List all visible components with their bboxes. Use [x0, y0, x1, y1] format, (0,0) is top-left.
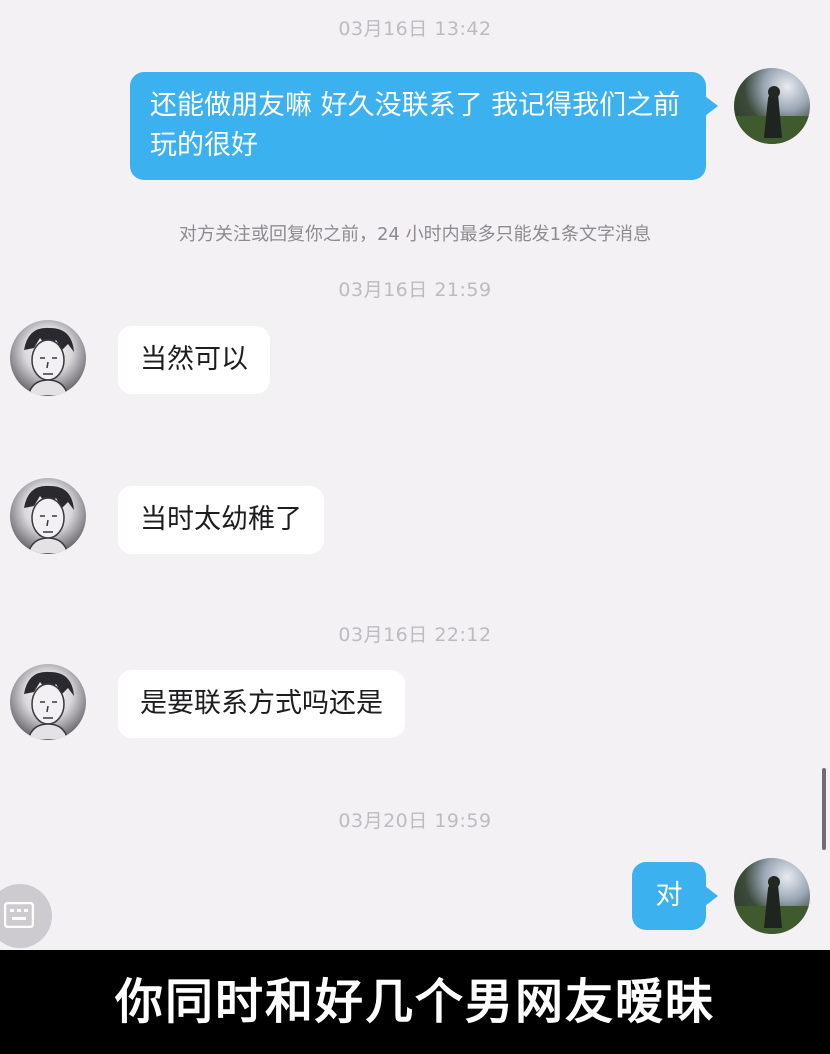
timestamp: 03月16日 21:59 [338, 279, 492, 301]
timestamp: 03月16日 22:12 [338, 624, 492, 646]
self-avatar[interactable] [734, 68, 810, 144]
outgoing-message-bubble[interactable]: 还能做朋友嘛 好久没联系了 我记得我们之前玩的很好 [130, 72, 718, 180]
keyboard-icon [4, 902, 34, 928]
video-caption: 你同时和好几个男网友暧昧 [0, 950, 830, 1054]
contact-avatar[interactable] [10, 664, 86, 740]
timestamp: 03月16日 13:42 [338, 18, 492, 40]
contact-avatar[interactable] [10, 320, 86, 396]
incoming-message-bubble[interactable]: 当然可以 [118, 326, 270, 394]
incoming-message-bubble[interactable]: 是要联系方式吗还是 [118, 670, 405, 738]
scrollbar[interactable] [822, 768, 826, 850]
keyboard-toggle-button[interactable] [0, 884, 52, 948]
incoming-message-bubble[interactable]: 当时太幼稚了 [118, 486, 324, 554]
outgoing-message-bubble[interactable]: 对 [632, 862, 718, 930]
contact-avatar[interactable] [10, 478, 86, 554]
timestamp: 03月20日 19:59 [338, 810, 492, 832]
self-avatar[interactable] [734, 858, 810, 934]
chat-thread: 03月16日 13:42 还能做朋友嘛 好久没联系了 我记得我们之前玩的很好 对… [0, 0, 830, 950]
message-limit-notice: 对方关注或回复你之前，24 小时内最多只能发1条文字消息 [178, 224, 652, 245]
